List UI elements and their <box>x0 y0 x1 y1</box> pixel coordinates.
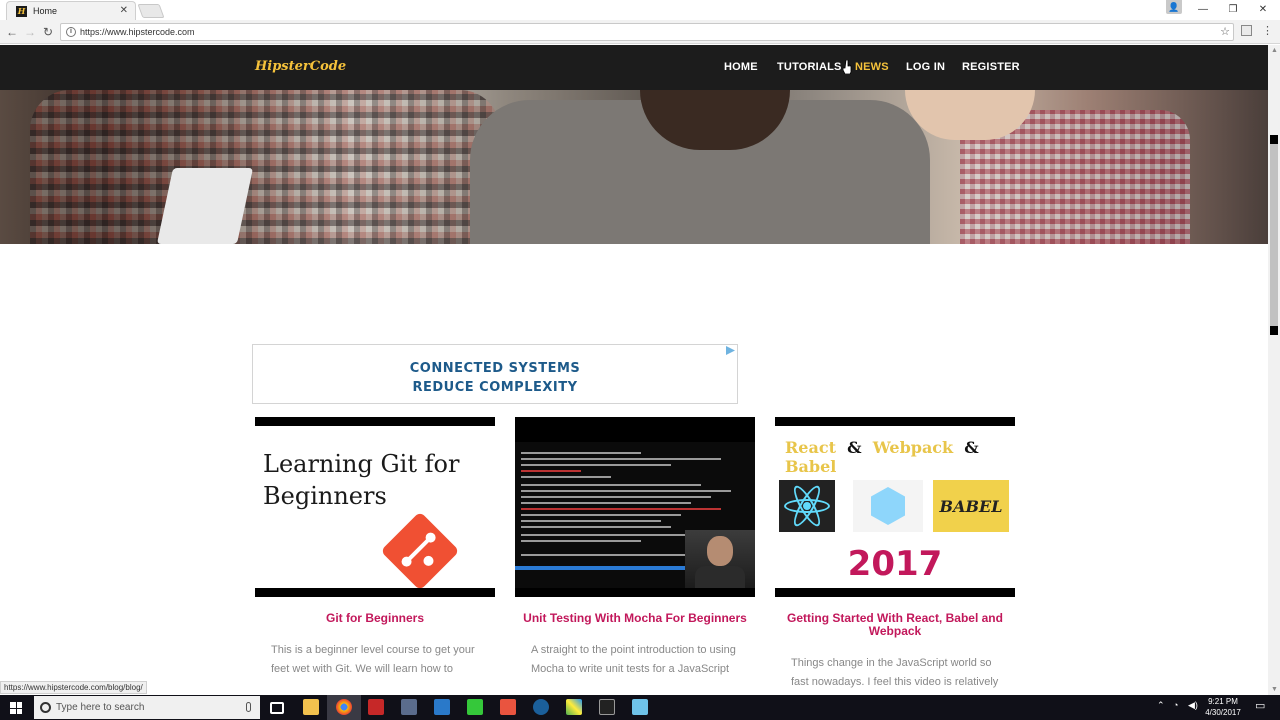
scrollbar-thumb[interactable] <box>1270 135 1278 335</box>
tab-strip: H Home ✕ 👤 — ❐ ✕ <box>0 0 1280 20</box>
page-scrollbar[interactable]: ▲ ▼ <box>1268 45 1280 695</box>
address-bar[interactable]: i https://www.hipstercode.com ☆ <box>60 23 1234 41</box>
network-app-icon[interactable] <box>401 699 417 715</box>
link-status-bar: https://www.hipstercode.com/blog/blog/ <box>0 681 147 694</box>
thumb-heading: React & Webpack & Babel <box>785 438 1015 476</box>
restore-icon[interactable]: ❐ <box>1218 0 1248 18</box>
thumb-amp: & <box>847 438 862 457</box>
filezilla-icon[interactable] <box>368 699 384 715</box>
windows-taskbar: Type here to search ⌃ ◔ ◀) 9:21 PM 4/30/… <box>0 695 1280 720</box>
recorder-icon[interactable] <box>500 699 516 715</box>
nav-home[interactable]: HOME <box>724 61 758 73</box>
tray-expand-icon[interactable]: ⌃ <box>1157 700 1165 711</box>
address-text: https://www.hipstercode.com <box>80 27 195 37</box>
card-title[interactable]: Git for Beginners <box>255 612 495 625</box>
card-description: A straight to the point introduction to … <box>531 644 736 675</box>
adchoices-icon[interactable] <box>726 346 735 355</box>
site-info-icon[interactable]: i <box>66 27 76 37</box>
ad-banner[interactable]: CONNECTED SYSTEMS REDUCE COMPLEXITY <box>252 344 738 404</box>
steam-icon[interactable] <box>533 699 549 715</box>
site-logo[interactable]: HipsterCode <box>255 59 346 74</box>
webcam-overlay <box>685 530 755 588</box>
nav-register[interactable]: REGISTER <box>962 61 1020 73</box>
hero-laptop <box>156 168 254 244</box>
cortana-icon <box>40 702 51 713</box>
terminal-icon[interactable] <box>599 699 615 715</box>
course-card-mocha[interactable]: Unit Testing With Mocha For Beginners A … <box>515 417 755 679</box>
react-logo-icon <box>779 480 835 532</box>
chrome-menu-icon[interactable]: ⋮ <box>1262 24 1273 37</box>
minimize-icon[interactable]: — <box>1188 0 1218 18</box>
card-title[interactable]: Getting Started With React, Babel and We… <box>775 612 1015 638</box>
camtasia-icon[interactable] <box>467 699 483 715</box>
course-card-react[interactable]: React & Webpack & Babel BABEL 2017 Getti… <box>775 417 1015 692</box>
site-navbar: HipsterCode HOME TUTORIALS NEWS LOG IN R… <box>0 45 1268 90</box>
card-description: Things change in the JavaScript world so… <box>791 657 999 688</box>
extension-icon[interactable] <box>1241 25 1252 36</box>
hero-person-left <box>30 90 500 244</box>
card-description: This is a beginner level course to get y… <box>271 644 475 675</box>
card-title[interactable]: Unit Testing With Mocha For Beginners <box>515 612 755 625</box>
thumb-webpack-text: Webpack <box>872 438 954 457</box>
page-viewport: HipsterCode HOME TUTORIALS NEWS LOG IN R… <box>0 45 1268 695</box>
card-thumbnail[interactable]: Learning Git for Beginners <box>255 417 495 597</box>
git-logo-icon <box>380 511 460 588</box>
chrome-icon[interactable] <box>336 699 352 715</box>
windows-start-icon[interactable] <box>10 702 22 714</box>
taskbar-search[interactable]: Type here to search <box>34 696 260 719</box>
card-thumbnail[interactable]: React & Webpack & Babel BABEL 2017 <box>775 417 1015 597</box>
network-icon[interactable]: ◔ <box>1173 700 1178 710</box>
taskbar-search-placeholder: Type here to search <box>56 702 145 713</box>
thumb-text: Learning Git for Beginners <box>263 450 460 510</box>
thumb-babel-text: Babel <box>785 457 837 476</box>
back-icon[interactable]: ← <box>4 24 20 40</box>
scroll-up-icon[interactable]: ▲ <box>1271 47 1278 54</box>
tab-title: Home <box>33 6 58 16</box>
tab-close-icon[interactable]: ✕ <box>120 5 128 16</box>
hand-cursor-icon <box>843 60 852 74</box>
nav-news[interactable]: NEWS <box>855 61 889 73</box>
hero-image <box>0 90 1268 244</box>
close-window-icon[interactable]: ✕ <box>1248 0 1278 18</box>
notifications-icon[interactable]: ▭ <box>1255 699 1265 712</box>
scroll-down-icon[interactable]: ▼ <box>1271 686 1278 693</box>
course-card-git[interactable]: Learning Git for Beginners Git for Begin… <box>255 417 495 679</box>
taskbar-clock[interactable]: 9:21 PM 4/30/2017 <box>1198 696 1248 718</box>
thumb-year: 2017 <box>847 544 943 584</box>
clock-time: 9:21 PM <box>1208 697 1238 706</box>
file-explorer-icon[interactable] <box>303 699 319 715</box>
app-icon[interactable] <box>632 699 648 715</box>
thumb-react-text: React <box>785 438 836 457</box>
task-view-icon[interactable] <box>270 702 284 714</box>
card-thumbnail[interactable] <box>515 417 755 597</box>
microphone-icon[interactable] <box>246 702 251 712</box>
clock-date: 4/30/2017 <box>1205 708 1241 717</box>
browser-toolbar: ← → ↻ i https://www.hipstercode.com ☆ ⋮ <box>0 20 1280 44</box>
ad-line-1: CONNECTED SYSTEMS <box>409 361 581 376</box>
forward-icon[interactable]: → <box>22 24 38 40</box>
ad-line-2: REDUCE COMPLEXITY <box>412 380 578 395</box>
reload-icon[interactable]: ↻ <box>40 24 56 40</box>
babel-logo-icon: BABEL <box>933 480 1009 532</box>
thumb-amp: & <box>964 438 979 457</box>
profile-icon[interactable]: 👤 <box>1166 0 1182 14</box>
new-tab-button[interactable] <box>137 4 165 18</box>
bookmark-star-icon[interactable]: ☆ <box>1220 24 1230 40</box>
site-favicon-icon: H <box>16 5 27 17</box>
webpack-logo-icon <box>853 480 923 532</box>
vscode-icon[interactable] <box>434 699 450 715</box>
browser-tab[interactable]: H Home ✕ <box>6 1 136 20</box>
volume-icon[interactable]: ◀) <box>1188 700 1198 711</box>
nav-tutorials[interactable]: TUTORIALS <box>777 61 842 73</box>
sourcetree-icon[interactable] <box>566 699 582 715</box>
nav-login[interactable]: LOG IN <box>906 61 945 73</box>
